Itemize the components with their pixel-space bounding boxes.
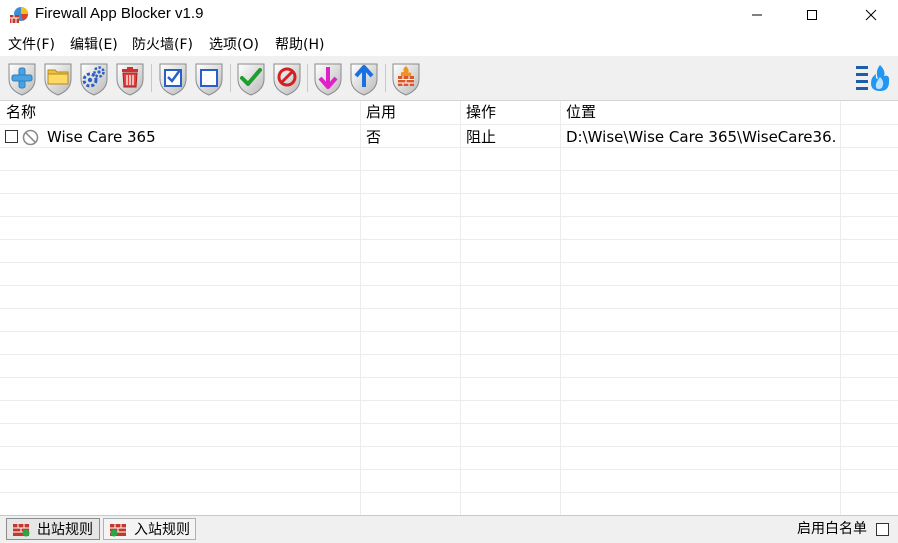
- column-header-name[interactable]: 名称: [0, 101, 360, 124]
- row-divider: [0, 469, 898, 470]
- gears-icon: [80, 63, 108, 96]
- inbound-firewall-icon: [110, 524, 126, 537]
- row-divider: [0, 170, 898, 171]
- plus-icon: [8, 63, 36, 96]
- trash-icon: [116, 63, 144, 96]
- row-name: Wise Care 365: [47, 128, 156, 146]
- menu-firewall[interactable]: 防火墙(F): [132, 36, 193, 54]
- app-logo-icon: [10, 7, 28, 23]
- enable-rule-button[interactable]: [235, 60, 267, 96]
- close-button[interactable]: [848, 0, 894, 30]
- menu-edit[interactable]: 编辑(E): [70, 36, 118, 54]
- check-all-button[interactable]: [157, 60, 189, 96]
- row-divider: [0, 216, 898, 217]
- title-bar: Firewall App Blocker v1.9: [0, 0, 898, 30]
- tab-outbound-label: 出站规则: [37, 522, 93, 538]
- row-divider: [0, 262, 898, 263]
- row-divider: [0, 446, 898, 447]
- firewall-menu-button[interactable]: [856, 63, 892, 93]
- delete-button[interactable]: [114, 60, 146, 96]
- row-divider: [0, 423, 898, 424]
- column-header-location[interactable]: 位置: [560, 101, 840, 124]
- toolbar-separator: [230, 64, 231, 92]
- row-divider: [0, 331, 898, 332]
- tab-inbound-rules[interactable]: 入站规则: [103, 518, 196, 540]
- uncheck-all-button[interactable]: [193, 60, 225, 96]
- firewall-menu-icon: [856, 65, 890, 91]
- row-divider: [0, 124, 898, 125]
- row-divider: [0, 285, 898, 286]
- menu-options[interactable]: 选项(O): [209, 36, 259, 54]
- row-divider: [0, 492, 898, 493]
- toolbar: [0, 56, 898, 101]
- column-header-action[interactable]: 操作: [460, 101, 560, 124]
- tab-outbound-rules[interactable]: 出站规则: [6, 518, 100, 540]
- status-bar: 出站规则 入站规则: [0, 515, 898, 543]
- block-icon: [273, 63, 301, 96]
- firewall-icon: [392, 63, 420, 96]
- close-icon: [865, 9, 877, 21]
- whitelist-label: 启用白名单: [797, 521, 867, 537]
- menu-help[interactable]: 帮助(H): [275, 36, 324, 54]
- arrow-down-icon: [314, 63, 342, 96]
- add-folder-button[interactable]: [42, 60, 74, 96]
- toolbar-separator: [385, 64, 386, 92]
- arrow-up-icon: [350, 63, 378, 96]
- minimize-icon: [752, 14, 762, 16]
- rules-list[interactable]: 名称 启用 操作 位置 Wise Care 365 否 阻止 D:\Wise\W…: [0, 101, 898, 515]
- firewall-button[interactable]: [390, 60, 422, 96]
- move-down-button[interactable]: [312, 60, 344, 96]
- row-divider: [0, 377, 898, 378]
- outbound-firewall-icon: [13, 524, 30, 537]
- maximize-icon: [807, 10, 817, 20]
- checkbox-empty-icon: [195, 63, 223, 96]
- row-checkbox[interactable]: [5, 130, 18, 143]
- checkmark-icon: [237, 63, 265, 96]
- checkbox-checked-icon: [159, 63, 187, 96]
- row-location: D:\Wise\Wise Care 365\WiseCare36...: [566, 128, 838, 146]
- row-enabled: 否: [366, 128, 382, 146]
- row-action: 阻止: [466, 128, 497, 146]
- menu-file[interactable]: 文件(F): [8, 36, 55, 54]
- window-title: Firewall App Blocker v1.9: [35, 5, 204, 22]
- row-divider: [0, 400, 898, 401]
- disable-rule-button[interactable]: [271, 60, 303, 96]
- column-header-enabled[interactable]: 启用: [360, 101, 460, 124]
- add-app-button[interactable]: [6, 60, 38, 96]
- menu-bar: 文件(F) 编辑(E) 防火墙(F) 选项(O) 帮助(H): [0, 34, 898, 56]
- row-divider: [0, 239, 898, 240]
- toolbar-separator: [151, 64, 152, 92]
- whitelist-checkbox[interactable]: [876, 523, 889, 536]
- move-up-button[interactable]: [348, 60, 380, 96]
- block-icon: [22, 129, 39, 146]
- folder-icon: [44, 63, 72, 96]
- maximize-button[interactable]: [789, 0, 835, 30]
- row-divider: [0, 354, 898, 355]
- row-divider: [0, 308, 898, 309]
- toolbar-separator: [307, 64, 308, 92]
- add-process-button[interactable]: [78, 60, 110, 96]
- minimize-button[interactable]: [734, 0, 780, 30]
- row-divider: [0, 193, 898, 194]
- tab-inbound-label: 入站规则: [134, 522, 190, 538]
